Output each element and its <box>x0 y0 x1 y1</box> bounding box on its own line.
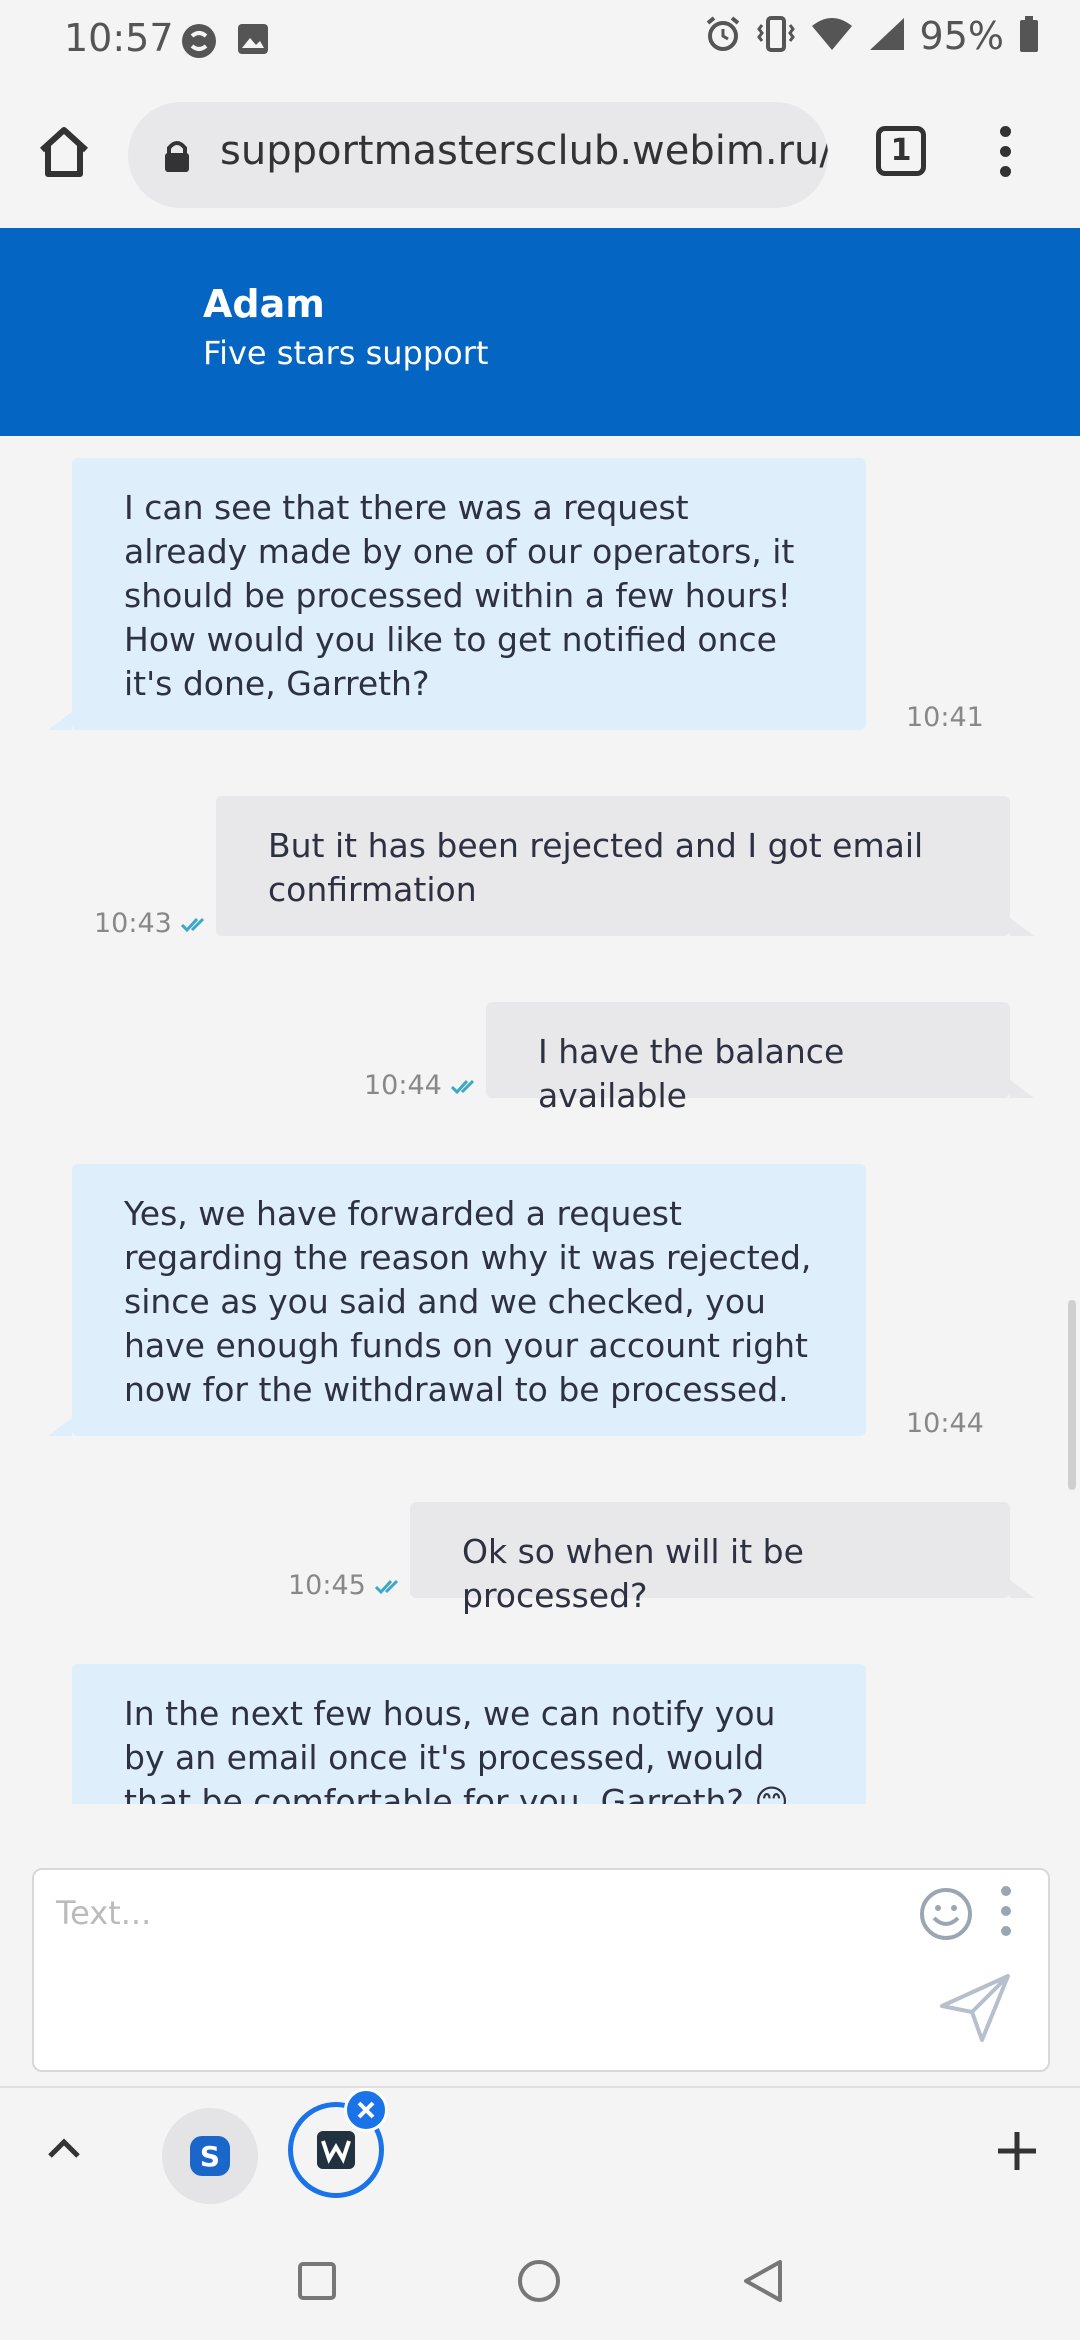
browser-menu-button[interactable] <box>990 122 1020 186</box>
user-message: But it has been rejected and I got email… <box>216 796 1034 936</box>
composer: Text... <box>0 1804 1080 2086</box>
vibrate-icon <box>756 15 796 57</box>
browser-toolbar: supportmastersclub.webim.ru/ 1 <box>0 82 1080 228</box>
message-text: I can see that there was a request alrea… <box>124 488 795 703</box>
message-text: Yes, we have forwarded a request regardi… <box>124 1194 812 1409</box>
close-tab-icon[interactable] <box>344 2088 388 2132</box>
sync-app-icon <box>180 22 218 64</box>
read-check-icon <box>374 1579 398 1594</box>
scrollbar[interactable] <box>1068 1300 1076 1490</box>
battery-percent: 95% <box>919 14 1004 58</box>
battery-icon <box>1018 15 1040 57</box>
user-message: Ok so when will it be processed? <box>410 1502 1034 1615</box>
skype-icon: S <box>190 2136 230 2176</box>
message-text: I have the balance available <box>538 1032 845 1115</box>
url-text[interactable]: supportmastersclub.webim.ru/ <box>220 128 828 174</box>
url-bar[interactable]: supportmastersclub.webim.ru/ <box>128 102 828 208</box>
message-time: 10:41 <box>906 702 984 733</box>
back-icon[interactable] <box>740 2258 786 2308</box>
home-icon[interactable] <box>36 124 96 184</box>
home-nav-icon[interactable] <box>516 2258 562 2308</box>
bottom-tab-strip: S <box>0 2086 1080 2216</box>
recents-icon[interactable] <box>296 2260 338 2306</box>
message-time: 10:44 <box>906 1408 984 1439</box>
system-nav-bar <box>0 2216 1080 2340</box>
read-check-icon <box>450 1079 474 1094</box>
message-list[interactable]: I can see that there was a request alrea… <box>0 436 1080 1804</box>
wifi-icon <box>810 16 854 56</box>
agent-message: Yes, we have forwarded a request regardi… <box>48 1164 866 1436</box>
agent-subtitle: Five stars support <box>203 334 489 372</box>
svg-text:S: S <box>200 2140 220 2173</box>
agent-message: In the next few hous, we can notify you … <box>72 1664 866 1804</box>
tab-skype[interactable]: S <box>162 2108 258 2204</box>
plus-icon[interactable] <box>994 2128 1040 2178</box>
chevron-up-icon[interactable] <box>44 2128 84 2172</box>
message-time: 10:45 <box>288 1570 404 1601</box>
message-text: Ok so when will it be processed? <box>462 1532 804 1615</box>
webim-icon <box>317 2131 355 2169</box>
status-icons: 95% <box>704 14 1040 58</box>
user-message: I have the balance available <box>486 1002 1034 1115</box>
agent-name: Adam <box>203 282 325 326</box>
send-icon[interactable] <box>938 1970 1014 2050</box>
status-bar: 10:57 95% <box>0 0 1080 82</box>
message-time: 10:44 <box>364 1070 480 1101</box>
message-text: In the next few hous, we can notify you … <box>124 1694 789 1804</box>
gallery-icon <box>236 22 270 60</box>
chat-header: Adam Five stars support <box>0 228 1080 436</box>
emoji-icon[interactable] <box>918 1886 974 1946</box>
more-options-button[interactable] <box>996 1884 1016 1944</box>
alarm-icon <box>704 15 742 57</box>
tab-switcher-button[interactable]: 1 <box>876 126 926 176</box>
signal-icon <box>868 16 906 56</box>
read-check-icon <box>180 917 204 932</box>
status-time: 10:57 <box>64 16 174 60</box>
lock-icon <box>162 138 192 178</box>
input-placeholder: Text... <box>56 1894 152 1932</box>
message-text: But it has been rejected and I got email… <box>268 826 924 909</box>
agent-message: I can see that there was a request alrea… <box>48 458 866 730</box>
message-input[interactable]: Text... <box>32 1868 1050 2072</box>
message-time: 10:43 <box>94 908 210 939</box>
